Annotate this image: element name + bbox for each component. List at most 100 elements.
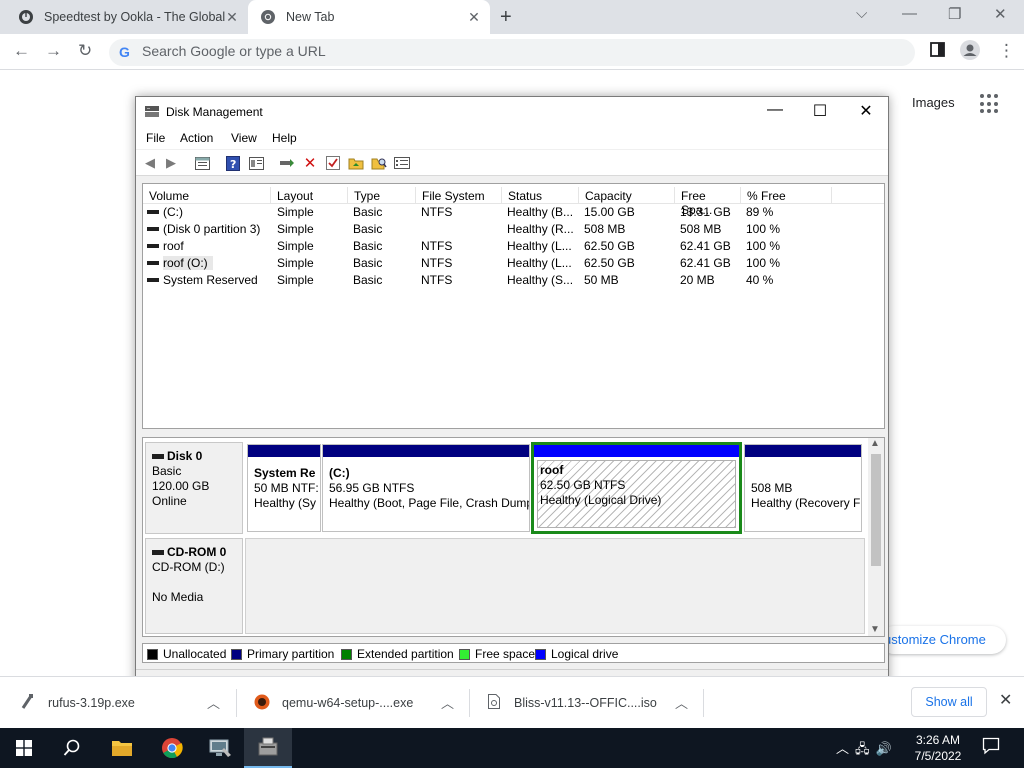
menu-action[interactable]: Action xyxy=(180,131,213,145)
properties-icon[interactable] xyxy=(248,155,264,171)
partition-recovery[interactable]: 508 MB Healthy (Recovery F xyxy=(744,444,862,532)
scroll-up-icon[interactable]: ▲ xyxy=(870,438,880,449)
volume-row[interactable]: roof Simple Basic NTFS Healthy (L... 62.… xyxy=(143,238,884,255)
scroll-thumb[interactable] xyxy=(871,454,881,566)
cell-capacity: 15.00 GB xyxy=(584,205,635,219)
tab-close-icon[interactable]: ✕ xyxy=(224,9,240,26)
cell-percent-free: 40 % xyxy=(746,273,774,287)
back-arrow-icon[interactable]: ◀ xyxy=(142,155,158,171)
network-icon[interactable]: 🖧 xyxy=(855,741,876,756)
tab-search-chevron-icon[interactable]: ⌵ xyxy=(856,5,867,22)
connect-disk-icon[interactable] xyxy=(279,155,295,171)
menu-file[interactable]: File xyxy=(146,131,165,145)
column-header-layout[interactable]: Layout xyxy=(271,187,348,204)
taskbar-clock[interactable]: 3:26 AM 7/5/2022 xyxy=(906,732,970,764)
tab-close-icon[interactable]: ✕ xyxy=(466,9,482,26)
check-icon[interactable] xyxy=(325,155,341,171)
forward-arrow-icon[interactable]: → xyxy=(45,41,62,61)
column-header-percent-free[interactable]: % Free xyxy=(741,187,832,204)
column-header-status[interactable]: Status xyxy=(502,187,579,204)
windows-taskbar: ︿🖧🔊 3:26 AM 7/5/2022 xyxy=(0,728,1024,768)
file-explorer-icon[interactable] xyxy=(98,728,146,768)
partition-system-reserved[interactable]: System Re 50 MB NTF: Healthy (Sy xyxy=(247,444,321,532)
column-header-capacity[interactable]: Capacity xyxy=(579,187,675,204)
cell-percent-free: 89 % xyxy=(746,205,774,219)
tab-new-tab[interactable]: New Tab ✕ xyxy=(248,0,490,34)
google-apps-grid-icon[interactable] xyxy=(980,94,1000,114)
volume-row[interactable]: System Reserved Simple Basic NTFS Health… xyxy=(143,272,884,289)
close-shelf-icon[interactable]: ✕ xyxy=(999,690,1012,710)
disk-management-taskbar-icon[interactable] xyxy=(244,728,292,768)
reload-icon[interactable]: ↻ xyxy=(78,41,92,61)
column-header-free-space[interactable]: Free Spa... xyxy=(675,187,741,217)
notification-icon[interactable] xyxy=(982,737,1000,758)
legend-primary-partition: Primary partition xyxy=(231,647,334,661)
restore-icon[interactable]: ❐ xyxy=(948,5,961,23)
disk-0-label[interactable]: Disk 0 Basic 120.00 GB Online xyxy=(145,442,243,534)
tab-speedtest[interactable]: Speedtest by Ookla - The Global ✕ xyxy=(18,0,248,34)
volume-list-header: Volume Layout Type File System Status Ca… xyxy=(143,187,884,217)
cell-layout: Simple xyxy=(277,273,314,287)
list-view-icon[interactable] xyxy=(394,155,410,171)
menu-view[interactable]: View xyxy=(231,131,257,145)
chevron-up-icon[interactable]: ︿ xyxy=(441,693,454,712)
volume-row[interactable]: (C:) Simple Basic NTFS Healthy (B... 15.… xyxy=(143,204,884,221)
maximize-icon[interactable]: ☐ xyxy=(805,101,835,121)
volume-row[interactable]: roof (O:) Simple Basic NTFS Healthy (L..… xyxy=(143,255,884,272)
menu-help[interactable]: Help xyxy=(272,131,297,145)
chevron-up-icon[interactable]: ︿ xyxy=(836,741,855,756)
download-item-qemu[interactable]: qemu-w64-setup-....exe ︿ xyxy=(254,691,454,715)
download-item-bliss[interactable]: Bliss-v11.13--OFFIC....iso ︿ xyxy=(488,691,688,715)
folder-up-icon[interactable] xyxy=(348,155,364,171)
system-tray[interactable]: ︿🖧🔊 xyxy=(836,738,898,762)
legend-logical-drive: Logical drive xyxy=(535,647,618,661)
omnibox[interactable]: G xyxy=(109,39,915,66)
partition-roof-logical[interactable]: roof 62.50 GB NTFS Healthy (Logical Driv… xyxy=(531,442,742,534)
customize-chrome-button[interactable]: ustomize Chrome xyxy=(880,626,1006,654)
omnibox-input[interactable] xyxy=(142,43,882,59)
show-all-downloads-button[interactable]: Show all xyxy=(911,687,987,717)
column-header-volume[interactable]: Volume xyxy=(143,187,271,204)
folder-search-icon[interactable] xyxy=(371,155,387,171)
minimize-icon[interactable]: — xyxy=(760,101,790,119)
scroll-down-icon[interactable]: ▼ xyxy=(870,624,880,635)
legend-unallocated: Unallocated xyxy=(147,647,226,661)
window-title-bar[interactable]: Disk Management — ☐ ✕ xyxy=(136,97,888,127)
side-panel-icon[interactable] xyxy=(930,42,945,62)
delete-icon[interactable]: ✕ xyxy=(302,155,318,172)
cdrom-empty-area xyxy=(245,538,865,634)
volume-icon[interactable]: 🔊 xyxy=(876,741,898,756)
tab-title: Speedtest by Ookla - The Global xyxy=(44,10,226,24)
google-g-icon: G xyxy=(119,44,130,60)
minimize-icon[interactable]: — xyxy=(902,5,917,22)
disk-management-window: Disk Management — ☐ ✕ File Action View H… xyxy=(135,96,889,692)
help-icon[interactable]: ? xyxy=(225,155,241,171)
chevron-up-icon[interactable]: ︿ xyxy=(207,693,220,712)
close-window-icon[interactable]: ✕ xyxy=(994,5,1007,23)
computer-management-icon[interactable] xyxy=(196,728,244,768)
windows-start-icon[interactable] xyxy=(0,728,48,768)
svg-text:?: ? xyxy=(230,158,236,171)
back-arrow-icon[interactable]: ← xyxy=(13,41,30,61)
volume-row[interactable]: (Disk 0 partition 3) Simple Basic Health… xyxy=(143,221,884,238)
profile-avatar-icon[interactable] xyxy=(960,40,980,65)
graph-scrollbar[interactable]: ▲ ▼ xyxy=(868,438,884,636)
console-tree-icon[interactable] xyxy=(194,155,210,171)
chevron-up-icon[interactable]: ︿ xyxy=(675,693,688,712)
clock-date: 7/5/2022 xyxy=(914,749,962,763)
cell-volume: System Reserved xyxy=(163,273,258,287)
chrome-menu-kebab-icon[interactable]: ⋮ xyxy=(998,41,1015,61)
cell-percent-free: 100 % xyxy=(746,256,781,270)
ntp-images-link[interactable]: Images xyxy=(912,95,955,110)
partition-c[interactable]: (C:) 56.95 GB NTFS Healthy (Boot, Page F… xyxy=(322,444,530,532)
forward-arrow-icon[interactable]: ▶ xyxy=(163,155,179,171)
cdrom-0-label[interactable]: CD-ROM 0 CD-ROM (D:) No Media xyxy=(145,538,243,634)
column-header-type[interactable]: Type xyxy=(348,187,416,204)
download-item-rufus[interactable]: rufus-3.19p.exe ︿ xyxy=(20,691,220,715)
close-icon[interactable]: ✕ xyxy=(851,101,881,121)
chrome-taskbar-icon[interactable] xyxy=(148,728,196,768)
column-header-file-system[interactable]: File System xyxy=(416,187,502,204)
search-icon[interactable] xyxy=(48,728,96,768)
new-tab-plus-icon[interactable]: + xyxy=(500,6,512,29)
disk-0-size: 120.00 GB xyxy=(152,479,210,493)
